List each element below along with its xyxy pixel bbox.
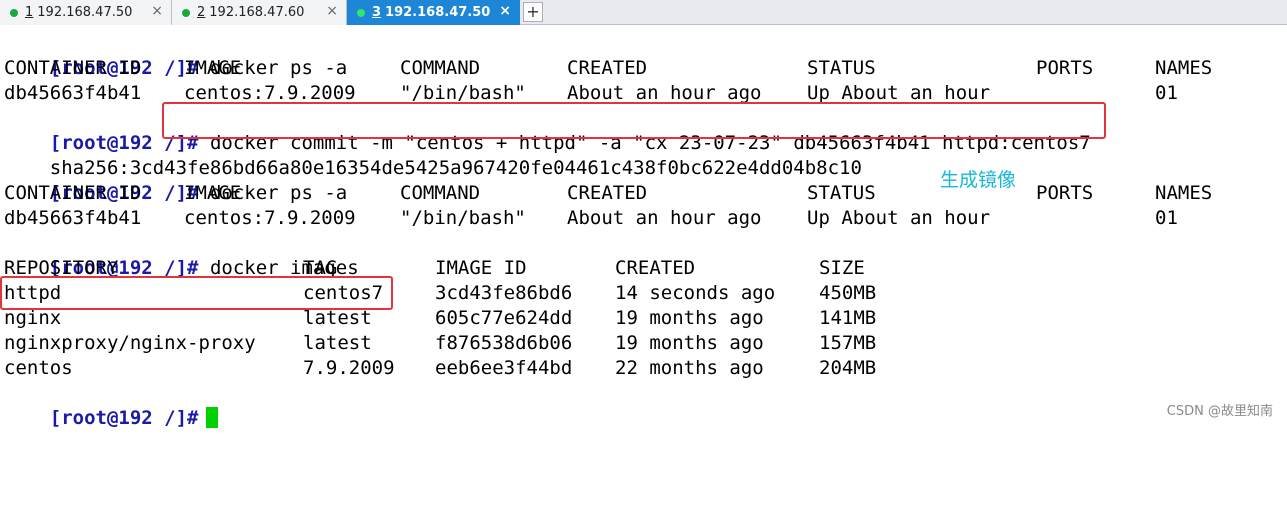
column-header: IMAGE [184, 57, 242, 79]
image-repository: centos [4, 357, 73, 379]
column-header: PORTS [1036, 57, 1094, 79]
column-header: NAMES [1155, 57, 1213, 79]
connected-status-icon [10, 8, 18, 17]
column-header: COMMAND [400, 57, 481, 79]
image-repository: nginxproxy/nginx-proxy [4, 332, 256, 354]
new-image-highlight [0, 276, 393, 310]
column-header: PORTS [1036, 182, 1094, 204]
table-row: db45663f4b41 centos:7.9.2009 "/bin/bash"… [4, 206, 1284, 231]
tab-bar: 1 192.168.47.50 × 2 192.168.47.60 × 3 19… [0, 0, 1287, 25]
image-created: 14 seconds ago [615, 282, 776, 304]
terminal-line: [root@192 /]# docker images [4, 231, 1284, 279]
ps-header-row: CONTAINER ID IMAGE COMMAND CREATED STATU… [4, 181, 1284, 206]
image-created: 19 months ago [615, 307, 764, 329]
terminal-line: [root@192 /]# docker ps -a [4, 31, 1284, 79]
image-id: f876538d6b06 [435, 332, 573, 354]
column-header: CREATED [567, 182, 648, 204]
terminal-line: [root@192 /]# docker ps -a [4, 156, 1284, 204]
container-created: About an hour ago [567, 207, 762, 229]
container-command: "/bin/bash" [400, 207, 526, 229]
image-size: 157MB [819, 332, 877, 354]
column-header: COMMAND [400, 182, 481, 204]
column-header: STATUS [807, 57, 876, 79]
table-row: nginxproxy/nginx-proxy latest f876538d6b… [4, 331, 1284, 356]
container-image: centos:7.9.2009 [184, 207, 356, 229]
image-id: 605c77e624dd [435, 307, 573, 329]
terminal-cursor[interactable] [206, 407, 219, 428]
tab-host: 192.168.47.50 [385, 5, 491, 20]
column-header: IMAGE [184, 182, 242, 204]
tab-number: 3 [372, 5, 382, 20]
new-tab-button[interactable]: + [523, 2, 543, 22]
close-icon[interactable]: × [326, 3, 338, 19]
image-tag: 7.9.2009 [303, 357, 395, 379]
tab-host: 192.168.47.60 [209, 5, 305, 20]
image-size: 450MB [819, 282, 877, 304]
table-row: centos 7.9.2009 eeb6ee3f44bd 22 months a… [4, 356, 1284, 381]
connected-status-icon [357, 8, 365, 17]
container-name: 01 [1155, 82, 1178, 104]
container-status: Up About an hour [807, 207, 991, 229]
tab-session-1[interactable]: 1 192.168.47.50 × [0, 0, 172, 25]
image-id: 3cd43fe86bd6 [435, 282, 573, 304]
shell-prompt: [root@192 /]# [49, 407, 199, 429]
tab-session-2[interactable]: 2 192.168.47.60 × [172, 0, 347, 25]
terminal-output[interactable]: [root@192 /]# docker ps -a CONTAINER ID … [4, 31, 1284, 429]
ps-header-row: CONTAINER ID IMAGE COMMAND CREATED STATU… [4, 56, 1284, 81]
column-header: CREATED [567, 57, 648, 79]
tab-number: 2 [197, 5, 206, 20]
container-id: db45663f4b41 [4, 82, 142, 104]
annotation-label: 生成镜像 [940, 169, 1017, 191]
close-icon[interactable]: × [499, 3, 511, 19]
tab-session-3[interactable]: 3 192.168.47.50 × [347, 0, 520, 25]
connected-status-icon [182, 8, 190, 17]
column-header: NAMES [1155, 182, 1213, 204]
image-size: 141MB [819, 307, 877, 329]
column-header: CREATED [615, 257, 696, 279]
column-header: SIZE [819, 257, 865, 279]
image-tag: latest [303, 332, 372, 354]
image-id: eeb6ee3f44bd [435, 357, 573, 379]
column-header: CONTAINER ID [4, 57, 142, 79]
watermark: CSDN @故里知南 [1166, 404, 1273, 419]
commit-command-highlight [162, 102, 1106, 139]
tab-host: 192.168.47.50 [37, 5, 133, 20]
column-header: IMAGE ID [435, 257, 527, 279]
image-size: 204MB [819, 357, 877, 379]
container-name: 01 [1155, 207, 1178, 229]
close-icon[interactable]: × [151, 3, 163, 19]
image-created: 22 months ago [615, 357, 764, 379]
column-header: STATUS [807, 182, 876, 204]
column-header: CONTAINER ID [4, 182, 142, 204]
tab-number: 1 [25, 5, 34, 20]
terminal-line: [root@192 /]# [4, 381, 1284, 429]
image-created: 19 months ago [615, 332, 764, 354]
container-id: db45663f4b41 [4, 207, 142, 229]
